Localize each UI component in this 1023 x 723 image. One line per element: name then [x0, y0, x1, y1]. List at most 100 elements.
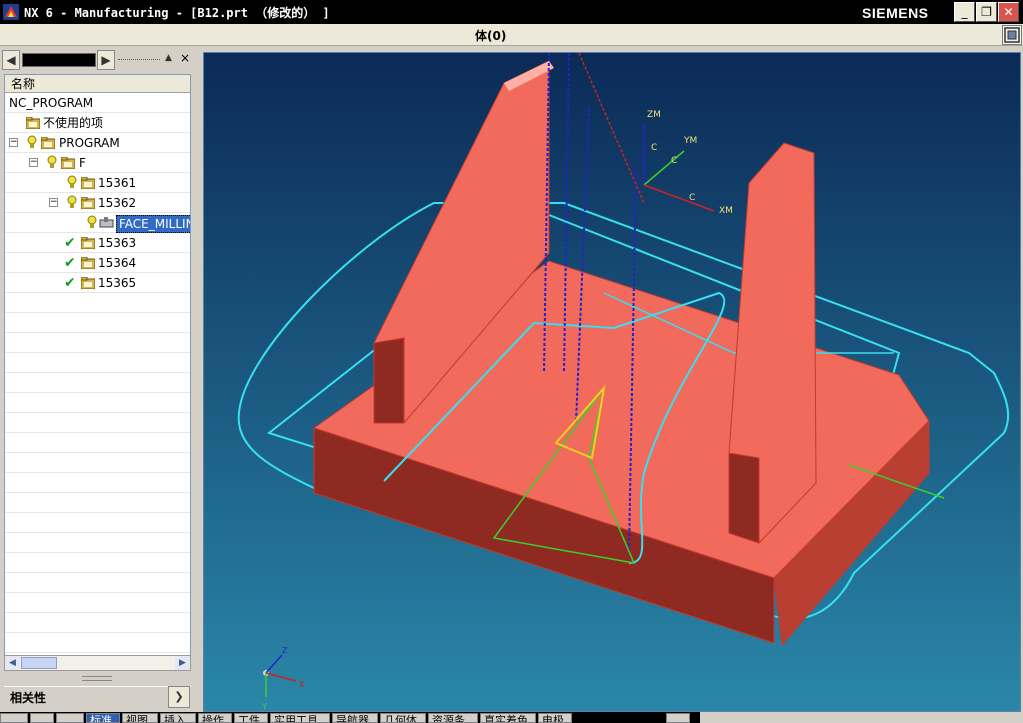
scroll-right-button[interactable]: ▶ [175, 656, 190, 670]
close-window-button[interactable]: ✕ [998, 2, 1019, 22]
program-folder-icon [81, 257, 95, 269]
tree-horizontal-scrollbar[interactable]: ◀ ▶ [4, 655, 191, 671]
panel-resize-grip[interactable] [82, 676, 112, 681]
window-title: NX 6 - Manufacturing - [B12.prt （修改的） ] [24, 6, 330, 20]
tree-row-nc-program[interactable]: NC_PROGRAM [5, 93, 190, 113]
tab-workpiece[interactable]: 工件 [234, 713, 268, 723]
expand-dependencies-button[interactable]: ❯ [168, 686, 190, 708]
regenerate-needed-icon [27, 135, 37, 148]
tab-standard[interactable]: 标准 [86, 713, 120, 723]
collapse-toggle[interactable]: − [49, 198, 58, 207]
regenerate-needed-icon [47, 155, 57, 168]
tree-label: F [79, 156, 86, 170]
empty-row [5, 373, 190, 393]
brand-logo-text: SIEMENS [862, 5, 929, 21]
column-header-name[interactable]: 名称 [5, 75, 190, 93]
dependencies-panel-header[interactable]: 相关性 [4, 686, 191, 708]
collapse-toggle[interactable]: − [29, 158, 38, 167]
tree-label: 15363 [98, 236, 137, 250]
maximize-button[interactable]: ❐ [976, 2, 997, 22]
empty-row [5, 433, 190, 453]
program-folder-icon [26, 117, 40, 129]
selection-status-bar: 体(0) [0, 24, 1023, 46]
minimize-button[interactable]: _ [954, 2, 975, 22]
tree-row-15361[interactable]: 15361 [5, 173, 190, 193]
empty-row [5, 393, 190, 413]
tab-navigator[interactable]: 导航器 [332, 713, 378, 723]
empty-row [5, 613, 190, 633]
graphics-window[interactable]: ZM YM XM C C C Z X Y [203, 52, 1021, 712]
tab-view[interactable]: 视图 [122, 713, 158, 723]
navigator-toolbar: ◀ ▶ ▲ × [0, 48, 201, 72]
empty-row [5, 593, 190, 613]
program-folder-icon [81, 177, 95, 189]
selection-count: 体(0) [475, 29, 507, 43]
grid-icon[interactable] [56, 713, 84, 723]
tab-insert[interactable]: 插入 [160, 713, 196, 723]
empty-row [5, 533, 190, 553]
triad-label-x: X [299, 680, 305, 689]
tree-label: 15364 [98, 256, 137, 270]
tab-operation[interactable]: 操作 [198, 713, 232, 723]
model-view[interactable]: ZM YM XM C C C Z X Y [204, 53, 1020, 711]
axis-label-c1: C [651, 143, 657, 153]
axis-label-c3: C [689, 193, 695, 203]
empty-row [5, 313, 190, 333]
window-titlebar: NX 6 - Manufacturing - [B12.prt （修改的） ] … [0, 0, 1023, 24]
collapse-toggle[interactable]: − [9, 138, 18, 147]
empty-row [5, 293, 190, 313]
tree-row-15362[interactable]: − 15362 [5, 193, 190, 213]
navigator-scroll-left-button[interactable]: ◀ [2, 50, 20, 70]
axis-label-ym: YM [683, 136, 697, 146]
empty-row [5, 353, 190, 373]
axis-label-xm: XM [719, 206, 733, 216]
navigator-scroll-right-button[interactable]: ▶ [97, 50, 115, 70]
triad-label-z: Z [282, 646, 288, 655]
toolbar-tab-strip: 标准 视图 插入 操作 工件 实用工具 导航器 几何体 资源条 真实着色 电极 [0, 712, 700, 723]
nx-app-icon[interactable] [3, 4, 19, 20]
tree-label: 15365 [98, 276, 137, 290]
tree-row-15363[interactable]: ✔ 15363 [5, 233, 190, 253]
triad-label-y: Y [261, 702, 267, 711]
empty-row [5, 553, 190, 573]
empty-row [5, 633, 190, 653]
left-rib-end-face [373, 337, 405, 424]
complete-check-icon: ✔ [64, 275, 76, 291]
tree-row-15365[interactable]: ✔ 15365 [5, 273, 190, 293]
tree-row-f[interactable]: − F [5, 153, 190, 173]
axis-label-zm: ZM [647, 110, 661, 120]
tab-geometry[interactable]: 几何体 [380, 713, 426, 723]
navigator-slider[interactable] [22, 53, 96, 67]
tree-label: NC_PROGRAM [9, 96, 94, 110]
program-folder-icon [41, 137, 55, 149]
toolbar-options-icon[interactable] [666, 713, 690, 723]
toolbar-grip-icon[interactable] [0, 713, 28, 723]
scroll-thumb[interactable] [21, 657, 57, 669]
tab-resource-bar[interactable]: 资源条 [428, 713, 478, 723]
settings-icon[interactable] [30, 713, 54, 723]
tab-utilities[interactable]: 实用工具 [270, 713, 330, 723]
tree-row-face-milling[interactable]: FACE_MILLIN [5, 213, 190, 233]
close-navigator-button[interactable]: × [180, 51, 190, 65]
program-folder-icon [81, 277, 95, 289]
tree-label: FACE_MILLIN [116, 215, 190, 233]
face-milling-operation-icon [99, 217, 114, 228]
empty-row [5, 413, 190, 433]
fit-view-button[interactable] [1002, 25, 1022, 45]
fit-view-icon [1004, 27, 1020, 43]
program-folder-icon [61, 157, 75, 169]
tree-row-15364[interactable]: ✔ 15364 [5, 253, 190, 273]
regenerate-needed-icon [67, 195, 77, 208]
pin-icon[interactable]: ▲ [165, 53, 172, 63]
tree-row-unused-items[interactable]: 不使用的项 [5, 113, 190, 133]
empty-row [5, 473, 190, 493]
tab-electrode[interactable]: 电极 [538, 713, 572, 723]
tree-label: 15361 [98, 176, 137, 190]
empty-row [5, 513, 190, 533]
tree-row-program[interactable]: − PROGRAM [5, 133, 190, 153]
program-folder-icon [81, 197, 95, 209]
tab-true-shading[interactable]: 真实着色 [480, 713, 536, 723]
operation-navigator: ◀ ▶ ▲ × 名称 NC_PROGRAM 不使用的项 − PROGRAM − [0, 46, 201, 723]
complete-check-icon: ✔ [64, 255, 76, 271]
scroll-left-button[interactable]: ◀ [5, 656, 20, 670]
